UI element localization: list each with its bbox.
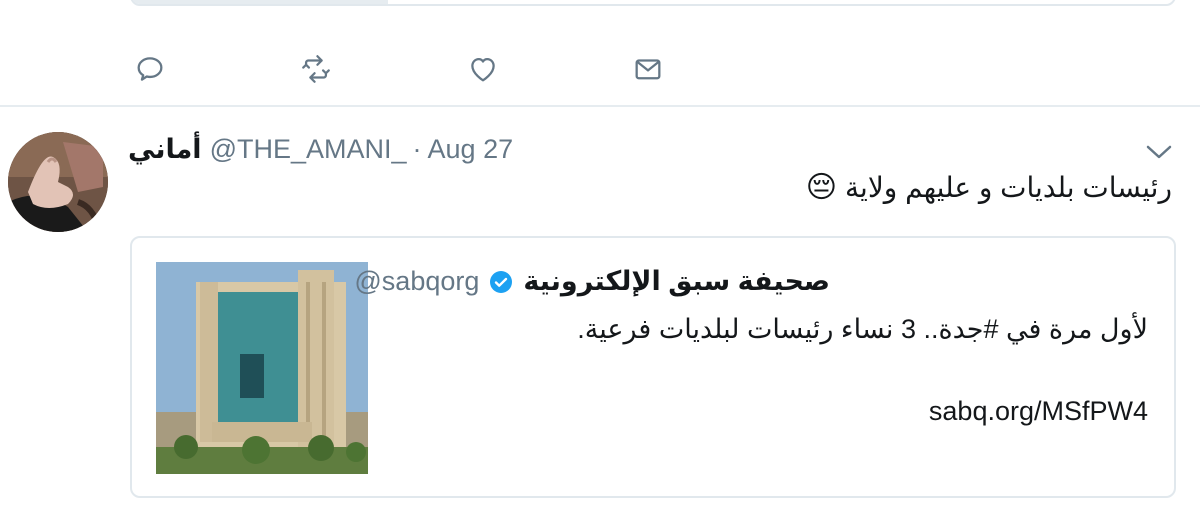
quoted-tweet-card[interactable]: @sabqorg صحيفة سبق الإلكترونية لأول مرة … (130, 236, 1176, 498)
header-separator: · (412, 133, 422, 164)
previous-quote-card[interactable] (130, 0, 1176, 6)
quoted-tweet-link[interactable]: sabq.org/MSfPW4 (929, 396, 1148, 427)
quoted-tweet-text: لأول مرة في #جدة.. 3 نساء رئيسات لبلديات… (577, 314, 1148, 344)
building-photo (156, 262, 368, 474)
tweet-divider (0, 105, 1200, 107)
display-name[interactable]: أماني (128, 134, 202, 165)
retweet-button[interactable] (297, 50, 335, 88)
previous-card-progress (132, 0, 388, 4)
verified-badge-icon (490, 270, 513, 293)
direct-message-button[interactable] (629, 50, 667, 88)
tweet-header: أماني @THE_AMANI_ · Aug 27 (128, 132, 513, 166)
like-button[interactable] (464, 50, 502, 88)
tweet-text: رئيسات بلديات و عليهم ولاية 😔 (806, 170, 1172, 205)
tweet-timestamp[interactable]: Aug 27 (428, 134, 514, 165)
pensive-emoji-icon: 😔 (805, 171, 838, 204)
timeline: أماني @THE_AMANI_ · Aug 27 رئيسات بلديات… (0, 0, 1200, 506)
avatar[interactable] (8, 132, 108, 232)
quoted-tweet-image[interactable] (156, 262, 368, 474)
avatar-photo (8, 132, 108, 232)
envelope-icon (635, 59, 661, 80)
heart-icon (471, 57, 495, 82)
tweet-menu-button[interactable] (1144, 140, 1174, 164)
user-handle[interactable]: @THE_AMANI_ (210, 134, 407, 165)
retweet-icon (302, 55, 330, 83)
quoted-tweet-author: @sabqorg صحيفة سبق الإلكترونية (354, 266, 830, 297)
reply-button[interactable] (131, 50, 169, 88)
reply-icon (137, 57, 163, 81)
tweet-text-body: رئيسات بلديات و عليهم ولاية (845, 172, 1172, 203)
chevron-down-icon (1146, 145, 1172, 159)
quoted-user-handle[interactable]: @sabqorg (354, 266, 479, 297)
quoted-display-name[interactable]: صحيفة سبق الإلكترونية (523, 266, 830, 297)
tweet-actions (0, 50, 1200, 88)
